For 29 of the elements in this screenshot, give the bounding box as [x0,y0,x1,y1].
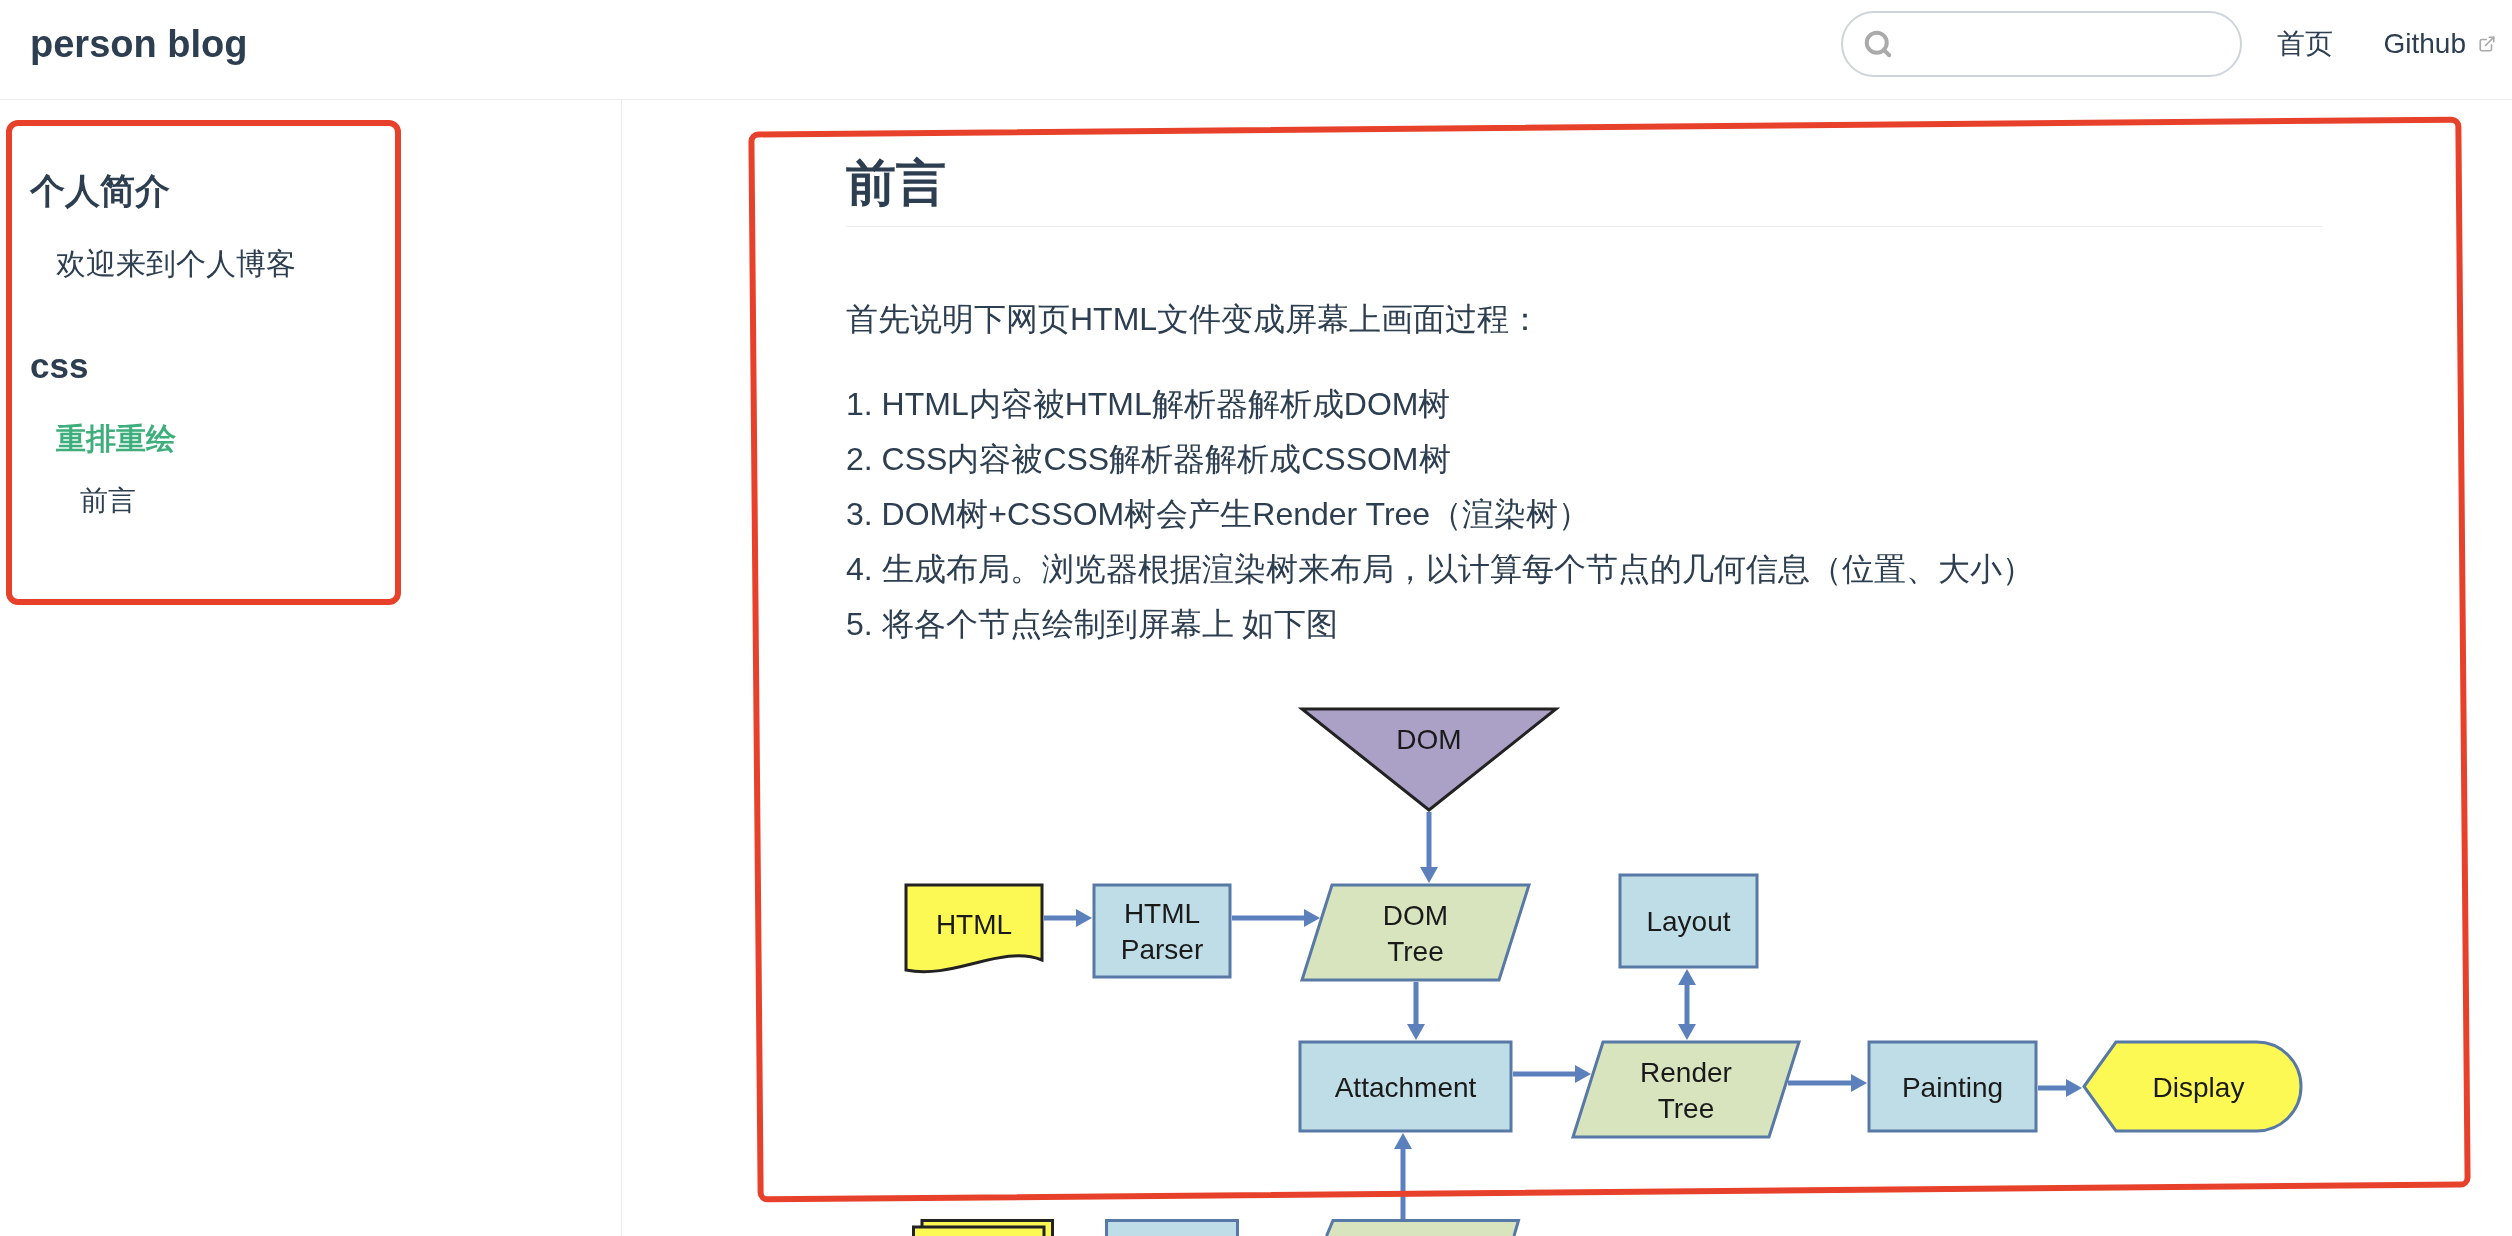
triangle-node: DOM [1297,707,1561,812]
double-arrow [1678,969,1696,1040]
intro-paragraph: 首先说明下网页HTML文件变成屏幕上画面过程： [846,300,1542,339]
flow-arrow [1044,909,1092,927]
search-icon [1862,29,1893,59]
list-item: 2. CSS内容被CSS解析器解析成CSSOM树 [846,440,1451,479]
flow-arrow [2038,1079,2082,1097]
sidebar-link[interactable]: 欢迎来到个人博客 [56,239,296,289]
article-heading: 前言 [846,152,2323,227]
nav-link[interactable]: 首页 [2276,11,2333,77]
data-node: Render Tree [1570,1040,1802,1139]
sidebar-heading[interactable]: 个人简介 [30,166,170,216]
process-node: Painting [1867,1040,2038,1133]
list-item: 1. HTML内容被HTML解析器解析成DOM树 [846,385,1451,424]
sidebar-link[interactable]: 前言 [80,476,136,526]
display-node: Display [2082,1040,2303,1133]
document-node: HTML [904,883,1044,974]
site-title[interactable]: person blog [30,11,248,77]
data-node: DOM Tree [1299,883,1532,982]
sidebar-heading[interactable]: css [30,341,89,391]
list-item: 4. 生成布局。浏览器根据渲染树来布局，以计算每个节点的几何信息（位置、大小） [846,550,2034,589]
list-item: 5. 将各个节点绘制到屏幕上 如下图 [846,605,1339,644]
list-item: 3. DOM树+CSSOM树会产生Render Tree（渲染树） [846,495,1591,534]
nav-link[interactable]: Github [2383,11,2496,77]
process-node: HTML Parser [1092,883,1232,979]
flow-arrow [1420,812,1438,883]
process-node: Attachment [1298,1040,1513,1133]
process-node: Layout [1618,873,1759,969]
flow-arrow [1407,982,1425,1040]
